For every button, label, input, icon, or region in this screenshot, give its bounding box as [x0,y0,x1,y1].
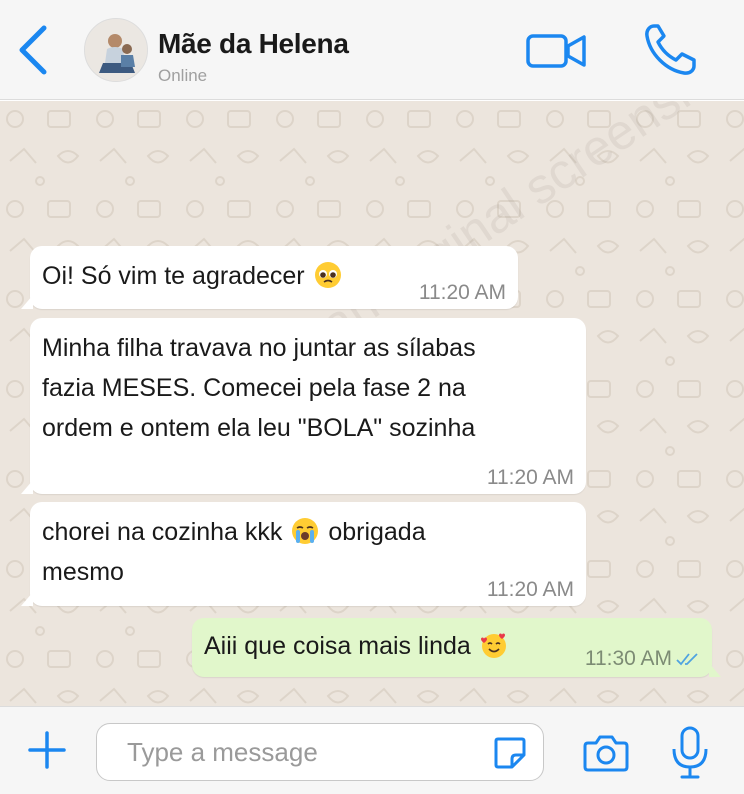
message-line: fazia MESES. Comecei pela fase 2 na [42,374,466,402]
message-text-part: chorei na cozinha kkk [42,518,283,546]
smiling-face-with-hearts-emoji-icon [480,633,506,658]
plus-icon [28,731,66,769]
contact-avatar[interactable] [84,18,148,82]
contact-status: Online [158,66,208,85]
attach-button[interactable] [26,729,68,771]
chevron-left-icon [19,25,47,75]
message-text-part: Aiii que coisa mais linda [204,632,471,660]
message-time: 11:20 AM [486,578,574,601]
message-line: ordem e ontem ela leu "BOLA" sozinha [42,414,476,442]
phone-icon [645,24,696,75]
sticker-icon [494,737,526,769]
message-text-part: Oi! Só vim te agradecer [42,262,305,290]
sticker-button[interactable] [492,735,528,771]
back-button[interactable] [12,22,56,78]
message-input[interactable] [96,723,544,781]
message-time: 11:20 AM [486,466,574,489]
avatar-photo [85,19,147,81]
message-bubble-outgoing[interactable]: Aiii que coisa mais linda 11:30 AM [192,618,721,677]
voice-message-button[interactable] [670,725,710,781]
message-line: Minha filha travava no juntar as sílabas [42,334,476,362]
chat-header: Mãe da Helena Online [0,0,744,100]
read-receipt-icon [676,653,698,666]
loudly-crying-face-emoji-icon [292,518,319,544]
message-bubble-incoming[interactable]: Oi! Só vim te agradecer 11:20 AM [21,246,518,309]
voice-call-button[interactable] [640,20,702,80]
video-camera-icon [526,34,586,68]
camera-button[interactable] [582,731,630,775]
chat-area[interactable]: This is not an original screenshot!!! Oi… [0,101,744,706]
message-bubble-incoming[interactable]: chorei na cozinha kkk obrigada mesmo 11:… [21,502,586,606]
message-time: 11:30 AM [584,647,672,670]
camera-icon [583,735,629,772]
message-text: Minha filha travava no juntar as sílabas… [42,328,574,448]
microphone-icon [672,726,708,779]
video-call-button[interactable] [522,26,592,76]
message-text-part: obrigada [328,518,426,546]
message-bubble-incoming[interactable]: Minha filha travava no juntar as sílabas… [21,318,586,494]
message-composer [0,706,744,794]
message-time: 11:20 AM [418,281,506,304]
pleading-face-emoji-icon [314,262,341,288]
contact-name[interactable]: Mãe da Helena [158,28,349,60]
